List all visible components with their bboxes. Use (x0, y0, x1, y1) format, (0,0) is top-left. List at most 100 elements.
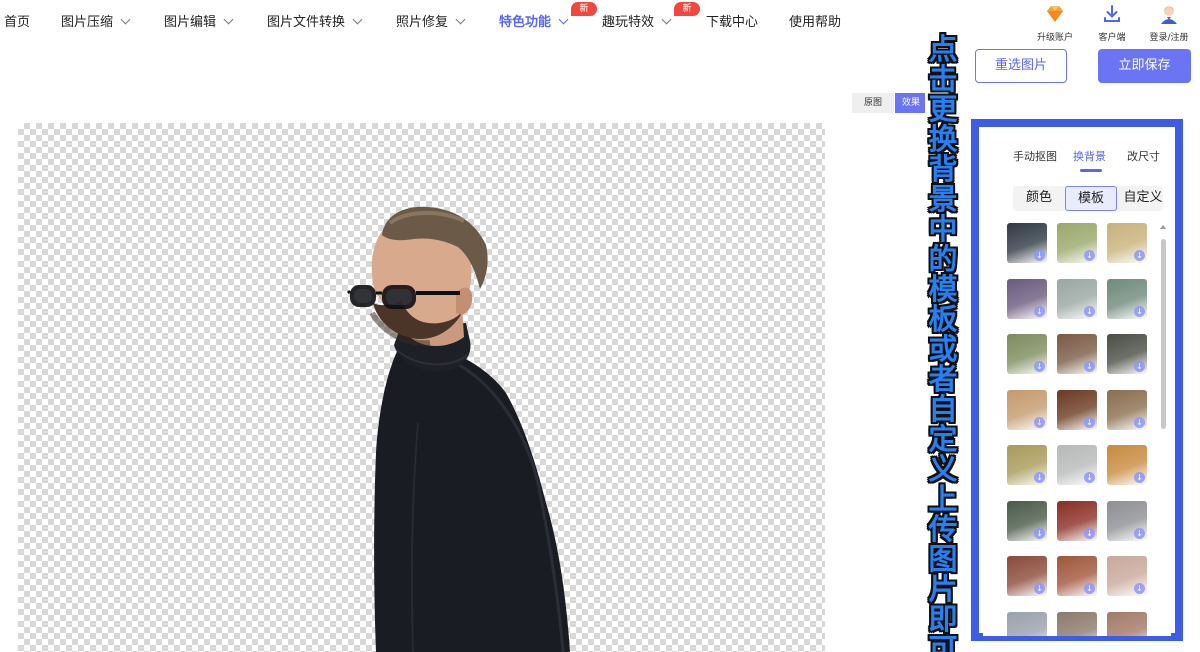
download-icon: ↓ (1134, 583, 1145, 594)
annotation-char: 传 (928, 512, 958, 546)
subtab-template[interactable]: 模板 (1065, 186, 1117, 211)
template-thumbnail-fox[interactable]: ↓ (1107, 445, 1147, 485)
template-thumbnail-horse-closeup[interactable]: ↓ (1057, 334, 1097, 374)
edit-side-panel: 手动抠图 换背景 改尺寸 颜色 模板 自定义 ↓ ↓ ↓ ↓ ↓ ↓ ↓ ↓ ↓ ↓ ↓ ↓ ↓ ↓ ↓ ↓ ↓… (983, 131, 1171, 636)
download-icon: ↓ (1084, 305, 1095, 317)
original-view-toggle[interactable]: 原图 (852, 93, 894, 113)
download-icon: ↓ (1134, 416, 1145, 428)
annotation-char: 换 (928, 122, 958, 156)
upgrade-account-button[interactable]: 升级账户 (1025, 3, 1085, 43)
annotation-char: 图 (928, 542, 958, 576)
active-tab-underline (1080, 169, 1102, 172)
tab-resize[interactable]: 改尺寸 (1127, 148, 1160, 164)
download-icon: ↓ (1134, 472, 1145, 483)
template-thumbnail-city-2[interactable]: ↓ (1057, 611, 1097, 636)
chevron-down-icon (661, 14, 672, 25)
download-icon: ↓ (1084, 583, 1095, 594)
template-thumbnail-suv[interactable]: ↓ (1107, 500, 1147, 541)
chevron-down-icon (352, 14, 363, 25)
annotation-char: 上 (928, 482, 958, 516)
client-download-button[interactable]: 客户端 (1082, 3, 1142, 43)
template-thumbnail-red-car[interactable]: ↓ (1057, 500, 1097, 541)
nav-label: 图片压缩 (61, 15, 114, 30)
annotation-char: 更 (928, 92, 958, 126)
tab-manual-cutout[interactable]: 手动抠图 (1013, 148, 1057, 164)
scrollbar-thumb[interactable] (1161, 239, 1166, 429)
top-navigation: 首页 图片压缩 图片编辑 图片文件转换 照片修复 特色功能 新 趣玩特效 新 下… (0, 0, 1200, 43)
chevron-down-icon (455, 14, 466, 25)
nav-file-convert[interactable]: 图片文件转换 (267, 11, 363, 30)
nav-label: 特色功能 (499, 15, 552, 30)
download-icon: ↓ (1034, 583, 1045, 594)
template-thumbnail-foggy-mountain[interactable]: ↓ (1057, 278, 1097, 319)
tool-label: 客户端 (1098, 33, 1126, 43)
download-icon: ↓ (1034, 527, 1045, 539)
template-thumbnail-city-3[interactable]: ↓ (1107, 611, 1147, 636)
annotation-char: 击 (928, 62, 958, 96)
chevron-down-icon (558, 14, 569, 25)
nav-label: 图片文件转换 (267, 15, 346, 30)
template-thumbnail-horses-field[interactable]: ↓ (1107, 389, 1147, 430)
nav-photo-repair[interactable]: 照片修复 (396, 11, 466, 30)
annotation-char: 的 (928, 242, 958, 276)
template-thumbnail-highland-cow[interactable]: ↓ (1057, 389, 1097, 430)
template-thumbnail-forest-road[interactable]: ↓ (1107, 278, 1147, 319)
template-thumbnail-dark-landscape[interactable]: ↓ (1007, 223, 1047, 263)
download-icon: ↓ (1134, 527, 1145, 539)
new-badge: 新 (674, 2, 700, 16)
nav-home[interactable]: 首页 (4, 11, 30, 30)
diamond-icon (1047, 6, 1063, 22)
annotation-char: 背 (928, 152, 958, 186)
template-thumbnail-antelope[interactable]: ↓ (1007, 445, 1047, 485)
nav-label: 趣玩特效 (602, 15, 655, 30)
tab-change-background[interactable]: 换背景 (1073, 148, 1106, 164)
cutout-person-image (346, 206, 570, 652)
nav-image-edit[interactable]: 图片编辑 (164, 11, 234, 30)
subtab-color[interactable]: 颜色 (1015, 186, 1063, 211)
tool-label: 登录/注册 (1149, 33, 1189, 43)
template-thumbnail-market-street[interactable]: ↓ (1057, 556, 1097, 596)
template-thumbnail-bull[interactable]: ↓ (1007, 500, 1047, 541)
download-icon: ↓ (1034, 361, 1045, 372)
template-thumbnail-city-1[interactable]: ↓ (1007, 611, 1047, 636)
template-thumbnail-camel[interactable]: ↓ (1007, 389, 1047, 430)
nav-label: 照片修复 (396, 15, 449, 30)
image-canvas[interactable] (18, 123, 825, 652)
nav-image-compress[interactable]: 图片压缩 (61, 11, 131, 30)
nav-label: 下载中心 (706, 15, 759, 30)
annotation-vertical-text: 点击更换背景中的模板或者自定义上传图片即可 (920, 34, 966, 652)
download-icon: ↓ (1084, 361, 1095, 372)
nav-help[interactable]: 使用帮助 (789, 11, 841, 30)
template-thumbnail-purple-foliage[interactable]: ↓ (1007, 278, 1047, 319)
annotation-char: 即 (928, 602, 958, 636)
template-thumbnail-country-road[interactable]: ↓ (1057, 223, 1097, 263)
scroll-up-arrow-icon[interactable] (1160, 225, 1166, 229)
nav-label: 图片编辑 (164, 15, 217, 30)
nav-download-center[interactable]: 下载中心 (706, 11, 758, 30)
template-grid: ↓ ↓ ↓ ↓ ↓ ↓ ↓ ↓ ↓ ↓ ↓ ↓ ↓ ↓ ↓ ↓ ↓ ↓ ↓ ↓ ↓ ↓ ↓ ↓ (1007, 223, 1152, 636)
reselect-image-button[interactable]: 重选图片 (975, 49, 1067, 83)
download-icon: ↓ (1134, 361, 1145, 372)
annotation-char: 点 (928, 32, 958, 66)
download-icon: ↓ (1034, 305, 1045, 317)
panel-tabs: 手动抠图 换背景 改尺寸 (983, 148, 1171, 172)
template-thumbnail-snow-tiger[interactable]: ↓ (1057, 445, 1097, 485)
nav-label: 使用帮助 (789, 15, 842, 30)
download-icon: ↓ (1084, 250, 1095, 261)
template-thumbnail-classic-car[interactable]: ↓ (1007, 556, 1047, 596)
login-register-button[interactable]: 登录/注册 (1139, 3, 1199, 43)
template-thumbnail-shop-street[interactable]: ↓ (1107, 556, 1147, 596)
template-thumbnail-deer[interactable]: ↓ (1107, 334, 1147, 374)
annotation-char: 板 (928, 302, 958, 336)
nav-featured[interactable]: 特色功能 (499, 11, 569, 30)
subtab-custom[interactable]: 自定义 (1119, 186, 1167, 211)
new-badge: 新 (571, 2, 597, 16)
save-now-button[interactable]: 立即保存 (1098, 49, 1191, 83)
template-thumbnail-river-trees[interactable]: ↓ (1007, 334, 1047, 374)
download-icon: ↓ (1084, 527, 1095, 539)
annotation-char: 或 (928, 332, 958, 366)
nav-fun-effects[interactable]: 趣玩特效 (602, 11, 672, 30)
template-thumbnail-desert-road[interactable]: ↓ (1107, 223, 1147, 263)
user-avatar-icon (1161, 6, 1177, 24)
nav-label: 首页 (4, 15, 31, 30)
